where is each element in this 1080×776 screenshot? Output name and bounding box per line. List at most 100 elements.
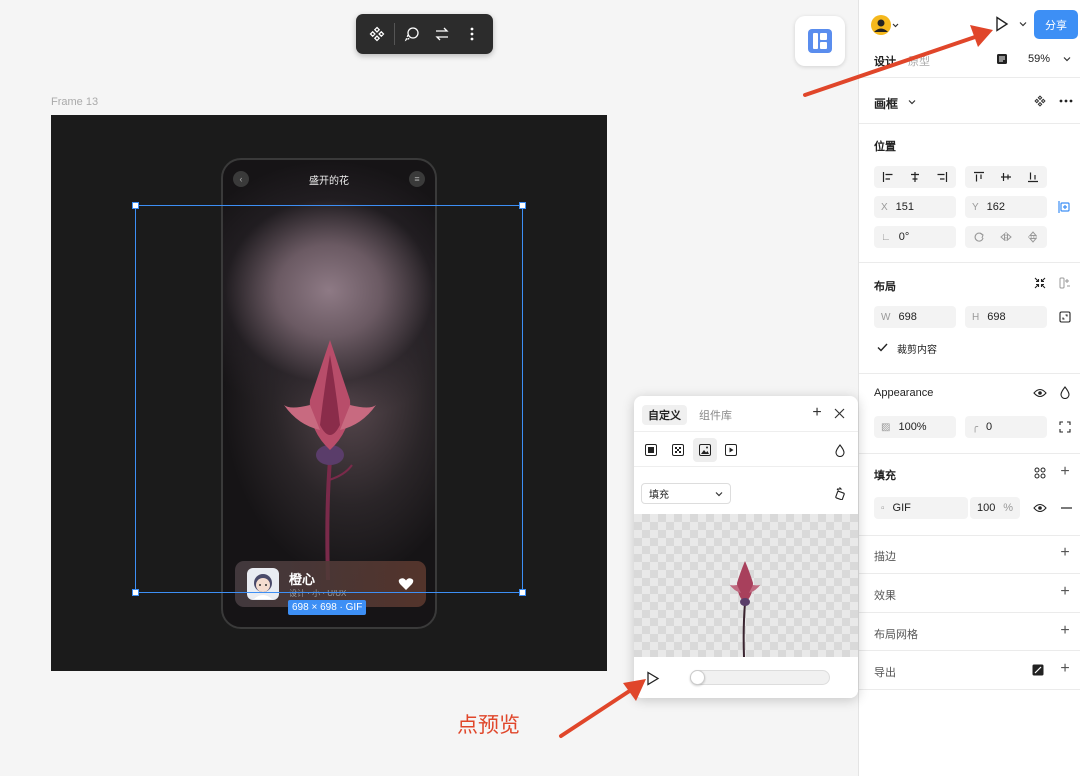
effects-title: 效果 bbox=[874, 590, 896, 602]
blend-drop-icon[interactable] bbox=[833, 443, 847, 457]
zoom-level[interactable]: 59% bbox=[1028, 53, 1050, 65]
more-horizontal-icon[interactable] bbox=[1058, 94, 1074, 108]
selection-box[interactable] bbox=[132, 202, 526, 596]
resize-handle[interactable] bbox=[519, 202, 526, 209]
corner-icon: ╭ bbox=[972, 421, 979, 433]
add-export-icon[interactable]: + bbox=[1058, 660, 1072, 677]
add-fill-icon[interactable]: + bbox=[1058, 463, 1072, 480]
h-value: 698 bbox=[987, 311, 1006, 323]
share-button[interactable]: 分享 bbox=[1034, 10, 1078, 39]
constraints-icon[interactable] bbox=[1057, 199, 1073, 215]
opacity-icon: ▨ bbox=[881, 421, 891, 433]
divider bbox=[859, 650, 1080, 651]
lasso-icon[interactable] bbox=[397, 19, 427, 49]
image-fill-icon[interactable] bbox=[693, 438, 717, 462]
fill-picker-popup: 自定义 组件库 + 填充 bbox=[634, 396, 858, 698]
angle-icon: ∟ bbox=[881, 231, 891, 243]
fill-mode-value: 填充 bbox=[649, 490, 669, 501]
zoom-chevron-icon[interactable] bbox=[1062, 54, 1072, 64]
swap-icon[interactable] bbox=[427, 19, 457, 49]
align-center-h-icon[interactable] bbox=[909, 171, 921, 183]
component-icon[interactable] bbox=[362, 19, 392, 49]
frame-label: Frame 13 bbox=[51, 96, 99, 108]
align-right-icon[interactable] bbox=[936, 171, 948, 183]
export-image-icon[interactable] bbox=[1031, 663, 1045, 677]
gradient-fill-icon[interactable] bbox=[671, 443, 685, 457]
align-middle-v-icon[interactable] bbox=[1000, 171, 1012, 183]
rotate-image-icon[interactable] bbox=[833, 486, 847, 500]
y-value: 162 bbox=[986, 201, 1006, 213]
h-label: H bbox=[972, 311, 980, 323]
remove-fill-icon[interactable] bbox=[1059, 501, 1073, 515]
flip-vertical-icon[interactable] bbox=[1027, 231, 1039, 243]
divider bbox=[859, 689, 1080, 690]
stroke-title: 描边 bbox=[874, 551, 896, 563]
fill-title: 填充 bbox=[874, 470, 896, 482]
y-field[interactable]: Y 162 bbox=[965, 196, 1047, 218]
rotate-icon[interactable] bbox=[973, 231, 985, 243]
align-left-icon[interactable] bbox=[882, 171, 894, 183]
component-icon[interactable] bbox=[1033, 94, 1047, 108]
opacity-field[interactable]: ▨ 100% bbox=[874, 416, 956, 438]
x-field[interactable]: X 151 bbox=[874, 196, 956, 218]
floating-toolbar bbox=[356, 14, 493, 54]
collapse-icon[interactable] bbox=[1033, 276, 1047, 290]
align-horizontal-group bbox=[874, 166, 956, 188]
gif-preview bbox=[634, 514, 858, 657]
resize-to-fit-icon[interactable] bbox=[1058, 310, 1072, 324]
rotation-value: 0° bbox=[898, 231, 910, 243]
resize-handle[interactable] bbox=[132, 589, 139, 596]
slider-thumb[interactable] bbox=[690, 670, 705, 685]
annotation-arrow-bottom bbox=[559, 679, 646, 738]
annotation-text: 点预览 bbox=[457, 714, 520, 737]
add-effect-icon[interactable]: + bbox=[1058, 583, 1072, 600]
width-field[interactable]: W 698 bbox=[874, 306, 956, 328]
flip-horizontal-icon[interactable] bbox=[1000, 231, 1012, 243]
align-bottom-icon[interactable] bbox=[1027, 171, 1039, 183]
chevron-down-icon[interactable] bbox=[1017, 18, 1029, 30]
divider bbox=[859, 535, 1080, 536]
blend-drop-icon[interactable] bbox=[1058, 385, 1072, 399]
x-value: 151 bbox=[895, 201, 915, 213]
popup-tabs: 自定义 组件库 + bbox=[634, 396, 858, 432]
fill-type-icons bbox=[634, 432, 858, 467]
export-title: 导出 bbox=[874, 667, 896, 679]
fill-type-field[interactable]: ▫ GIF bbox=[874, 497, 968, 519]
fill-mode-select[interactable]: 填充 bbox=[641, 483, 731, 504]
corner-radius-field[interactable]: ╭ 0 bbox=[965, 416, 1047, 438]
position-title: 位置 bbox=[874, 141, 896, 153]
rotation-field[interactable]: ∟ 0° bbox=[874, 226, 956, 248]
tab-library[interactable]: 组件库 bbox=[699, 407, 732, 423]
fill-opacity-value: 100 bbox=[977, 502, 996, 514]
auto-layout-icon[interactable] bbox=[1058, 276, 1072, 290]
flower-thumbnail bbox=[729, 561, 761, 657]
clip-content-checkbox[interactable] bbox=[875, 340, 889, 354]
eye-icon[interactable] bbox=[1033, 386, 1047, 400]
playback-slider[interactable] bbox=[690, 670, 830, 685]
add-stroke-icon[interactable]: + bbox=[1058, 544, 1072, 561]
tab-custom[interactable]: 自定义 bbox=[642, 405, 687, 425]
align-top-icon[interactable] bbox=[973, 171, 985, 183]
layout-title: 布局 bbox=[874, 281, 896, 293]
transform-group bbox=[965, 226, 1047, 248]
fill-visibility-icon[interactable] bbox=[1033, 501, 1047, 515]
fill-opacity-field[interactable]: 100% bbox=[970, 497, 1020, 519]
resize-handle[interactable] bbox=[519, 589, 526, 596]
chevron-down-icon bbox=[715, 491, 723, 497]
independent-corners-icon[interactable] bbox=[1058, 420, 1072, 434]
add-icon[interactable]: + bbox=[809, 403, 825, 423]
close-icon[interactable] bbox=[832, 406, 846, 420]
add-grid-icon[interactable]: + bbox=[1058, 622, 1072, 639]
phone-header: ‹ 盛开的花 ≡ bbox=[223, 160, 435, 198]
image-swatch-icon: ▫ bbox=[881, 502, 885, 514]
styles-icon[interactable] bbox=[1033, 466, 1047, 480]
more-vertical-icon[interactable] bbox=[457, 19, 487, 49]
resize-handle[interactable] bbox=[132, 202, 139, 209]
w-label: W bbox=[881, 311, 891, 323]
video-fill-icon[interactable] bbox=[724, 443, 738, 457]
size-badge: 698 × 698 · GIF bbox=[288, 600, 367, 615]
divider bbox=[859, 612, 1080, 613]
height-field[interactable]: H 698 bbox=[965, 306, 1047, 328]
phone-title: 盛开的花 bbox=[309, 175, 349, 187]
solid-fill-icon[interactable] bbox=[644, 443, 658, 457]
